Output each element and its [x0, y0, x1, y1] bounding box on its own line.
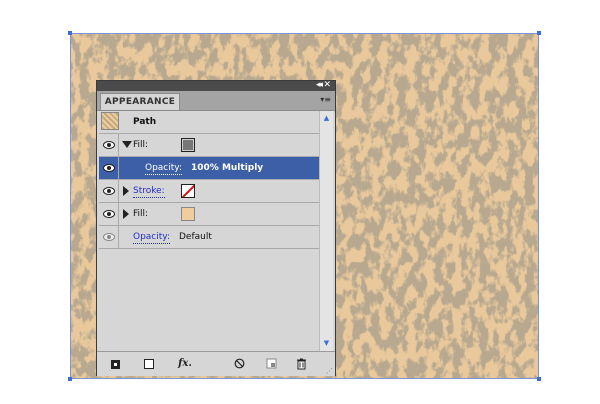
visibility-toggle[interactable] [99, 157, 119, 179]
eye-icon [103, 141, 115, 149]
scroll-down-icon[interactable]: ▼ [321, 338, 332, 349]
stroke-link[interactable]: Stroke: [133, 185, 165, 198]
opacity-value: Default [179, 232, 212, 242]
opacity-default-row[interactable]: Opacity: Default [99, 226, 319, 249]
anchor-point[interactable] [537, 377, 541, 381]
eye-icon [103, 164, 115, 172]
delete-item-icon[interactable] [295, 358, 307, 370]
fill-row-2[interactable]: Fill: [99, 203, 319, 226]
scroll-up-icon[interactable]: ▲ [321, 113, 332, 124]
expand-arrow-icon[interactable] [122, 141, 132, 148]
anchor-point[interactable] [68, 377, 72, 381]
panel-titlebar[interactable]: ◂◂ ✕ [97, 79, 335, 91]
opacity-link[interactable]: Opacity: [145, 162, 182, 175]
resize-grip-icon[interactable]: ⋰ [326, 367, 333, 375]
tab-appearance[interactable]: APPEARANCE [100, 93, 180, 110]
fill-label: Fill: [133, 209, 149, 219]
eye-icon [103, 187, 115, 195]
anchor-point[interactable] [537, 31, 541, 35]
opacity-link[interactable]: Opacity: [133, 231, 170, 244]
clear-appearance-icon[interactable] [233, 358, 245, 370]
appearance-panel: ◂◂ ✕ APPEARANCE ▾≡ Path Fill: Opacity: 1… [96, 80, 336, 376]
stroke-row[interactable]: Stroke: [99, 180, 319, 203]
fill-swatch[interactable] [181, 138, 195, 152]
collapse-arrow-icon[interactable] [123, 186, 129, 196]
fill-row[interactable]: Fill: [99, 134, 319, 157]
fill-swatch[interactable] [181, 207, 195, 221]
collapse-icon[interactable]: ◂◂ [316, 79, 323, 91]
new-fill-icon[interactable] [144, 359, 154, 369]
visibility-toggle[interactable] [99, 180, 119, 202]
object-thumbnail [101, 112, 119, 130]
panel-footer: fx. ⋰ [97, 351, 335, 376]
opacity-row[interactable]: Opacity: 100% Multiply [99, 157, 319, 180]
anchor-point[interactable] [68, 31, 72, 35]
panel-scrollbar[interactable]: ▲ ▼ [319, 111, 333, 351]
visibility-toggle[interactable] [99, 203, 119, 225]
visibility-toggle[interactable] [99, 134, 119, 156]
appearance-list: Path Fill: Opacity: 100% Multiply Stroke… [99, 111, 319, 335]
opacity-value: 100% Multiply [191, 163, 264, 173]
visibility-toggle[interactable] [99, 226, 119, 248]
collapse-arrow-icon[interactable] [123, 209, 129, 219]
fx-icon[interactable]: fx. [175, 358, 195, 370]
eye-icon [103, 233, 115, 241]
duplicate-item-icon[interactable] [265, 358, 277, 370]
object-label: Path [133, 117, 157, 127]
panel-menu-icon[interactable]: ▾≡ [320, 95, 331, 105]
eye-icon [103, 210, 115, 218]
new-stroke-icon[interactable] [111, 360, 120, 369]
close-icon[interactable]: ✕ [323, 79, 331, 91]
panel-tab-row: APPEARANCE ▾≡ [97, 91, 335, 111]
fill-label: Fill: [133, 140, 149, 150]
stroke-none-swatch[interactable] [181, 184, 195, 198]
object-row[interactable]: Path [99, 111, 319, 134]
